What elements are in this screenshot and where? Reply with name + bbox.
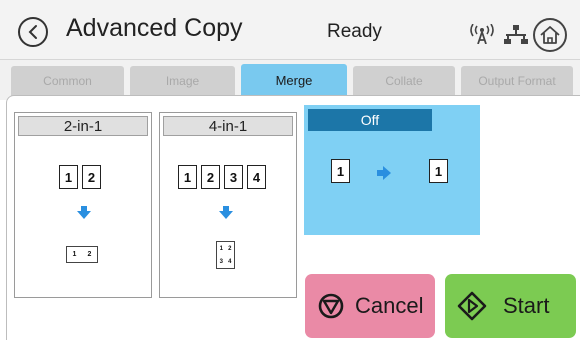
source-page: 2 <box>82 165 101 189</box>
start-icon <box>457 291 487 321</box>
result-page: 1 <box>429 159 448 183</box>
title-bar: Advanced Copy Ready <box>0 0 580 60</box>
cancel-label: Cancel <box>355 293 424 318</box>
back-button[interactable] <box>18 17 48 47</box>
merged-page: 1 2 3 4 <box>216 241 235 269</box>
home-icon <box>540 26 560 44</box>
status-text: Ready <box>327 21 382 42</box>
option-label: Off <box>308 109 432 131</box>
network-icon <box>504 25 528 44</box>
arrow-right-icon <box>377 166 391 180</box>
source-page: 1 <box>178 165 197 189</box>
back-icon <box>28 25 37 39</box>
arrow-down-icon <box>219 206 233 219</box>
page-title: Advanced Copy <box>66 14 243 42</box>
merged-number: 4 <box>228 258 232 265</box>
tab-collate[interactable]: Collate <box>353 66 455 96</box>
start-label: Start <box>503 293 550 318</box>
tab-common[interactable]: Common <box>11 66 124 96</box>
source-page: 1 <box>59 165 78 189</box>
option-2-in-1[interactable]: 2-in-1 1 2 1 2 <box>14 112 152 298</box>
source-page: 3 <box>224 165 243 189</box>
merged-number: 2 <box>228 245 232 252</box>
start-button[interactable]: Start <box>445 274 576 338</box>
tab-merge[interactable]: Merge <box>241 64 347 96</box>
source-page: 4 <box>247 165 266 189</box>
merged-number: 1 <box>72 251 77 258</box>
source-page: 1 <box>331 159 350 183</box>
option-label: 4-in-1 <box>163 116 293 136</box>
tab-output-format[interactable]: Output Format <box>461 66 573 96</box>
arrow-down-icon <box>77 206 91 219</box>
merged-page: 1 2 <box>66 246 98 263</box>
option-4-in-1[interactable]: 4-in-1 1 2 3 4 1 2 3 4 <box>159 112 297 298</box>
merged-number: 1 <box>219 245 223 252</box>
source-page: 2 <box>201 165 220 189</box>
wireless-icon <box>470 24 494 44</box>
cancel-button[interactable]: Cancel <box>305 274 435 338</box>
merged-number: 2 <box>87 251 92 258</box>
option-off[interactable]: Off 1 1 <box>304 105 480 235</box>
tab-image[interactable]: Image <box>130 66 235 96</box>
tab-bar: Common Image Merge Collate Output Format <box>0 60 580 100</box>
merged-number: 3 <box>219 258 223 265</box>
stop-icon <box>317 292 345 320</box>
home-button[interactable] <box>533 18 567 52</box>
option-label: 2-in-1 <box>18 116 148 136</box>
